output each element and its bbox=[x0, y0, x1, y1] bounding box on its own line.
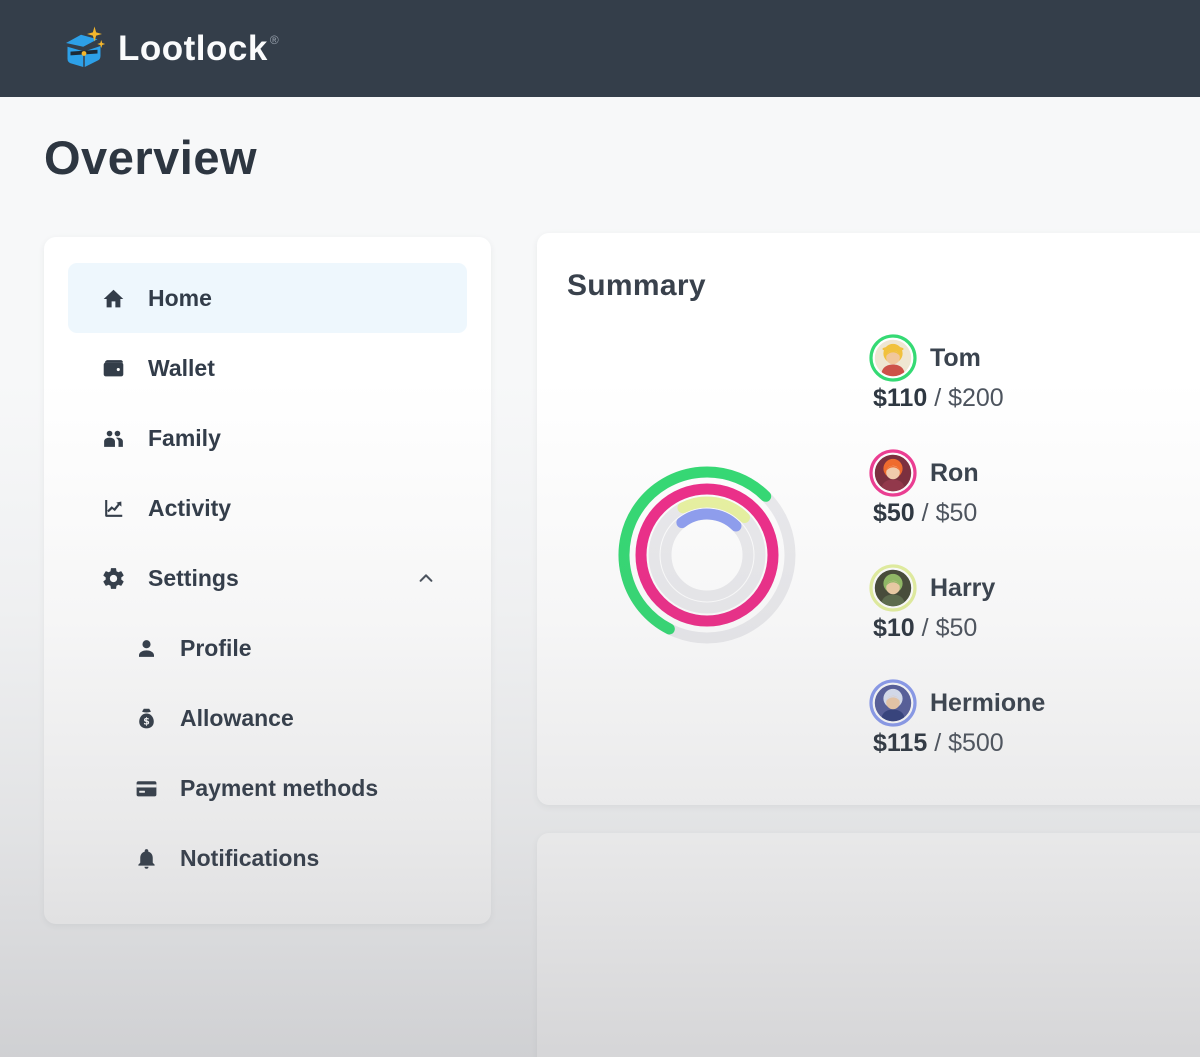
amount-spent: $10 bbox=[873, 614, 915, 642]
sidebar-item-label: Notifications bbox=[180, 845, 319, 872]
person-header: Ron bbox=[869, 449, 1199, 497]
person-header: Hermione bbox=[869, 679, 1199, 727]
sidebar-item-activity[interactable]: Activity bbox=[68, 473, 467, 543]
person-row-ron: Ron $50 / $50 bbox=[869, 449, 1199, 564]
summary-card: Summary Tom$110 / $200Ron$50 / $50Harry$… bbox=[537, 233, 1200, 805]
sidebar-item-label: Allowance bbox=[180, 705, 294, 732]
sidebar-item-list: Home Wallet Family Activity Settings Profile $… bbox=[68, 263, 467, 893]
avatar bbox=[869, 564, 917, 612]
person-row-hermione: Hermione$115 / $500 bbox=[869, 679, 1199, 794]
amount-spent: $115 bbox=[873, 729, 927, 757]
sidebar-nav: Home Wallet Family Activity Settings Profile $… bbox=[44, 237, 491, 924]
person-header: Tom bbox=[869, 334, 1199, 382]
app-header: Lootlock ® bbox=[0, 0, 1200, 97]
person-name: Tom bbox=[930, 344, 981, 373]
family-icon bbox=[100, 425, 126, 451]
person-name: Harry bbox=[930, 574, 995, 603]
brand-name: Lootlock bbox=[118, 29, 268, 69]
person-row-harry: Harry $10 / $50 bbox=[869, 564, 1199, 679]
lootlock-chest-icon bbox=[60, 25, 108, 73]
sidebar-item-label: Payment methods bbox=[180, 775, 378, 802]
sidebar-item-home[interactable]: Home bbox=[68, 263, 467, 333]
settings-icon bbox=[100, 565, 126, 591]
sidebar-item-label: Wallet bbox=[148, 355, 215, 382]
summary-title: Summary bbox=[567, 269, 706, 303]
svg-text:$: $ bbox=[143, 716, 150, 727]
amount-separator: / bbox=[927, 729, 948, 757]
sidebar-item-notifications[interactable]: Notifications bbox=[68, 823, 467, 893]
secondary-card bbox=[537, 833, 1200, 1057]
profile-icon bbox=[133, 635, 159, 661]
amount-spent: $50 bbox=[873, 499, 915, 527]
person-amounts: $50 / $50 bbox=[873, 499, 1199, 528]
page-root: Lootlock ® Overview Home Wallet Family Acti… bbox=[0, 0, 1200, 1057]
page-title: Overview bbox=[44, 130, 257, 185]
amount-separator: / bbox=[915, 499, 936, 527]
amount-spent: $110 bbox=[873, 384, 927, 412]
person-name: Hermione bbox=[930, 689, 1045, 718]
person-row-tom: Tom$110 / $200 bbox=[869, 334, 1199, 449]
avatar bbox=[869, 449, 917, 497]
sidebar-item-profile[interactable]: Profile bbox=[68, 613, 467, 683]
sidebar-item-label: Activity bbox=[148, 495, 231, 522]
sidebar-item-settings[interactable]: Settings bbox=[68, 543, 467, 613]
person-name: Ron bbox=[930, 459, 979, 488]
sidebar-item-allowance[interactable]: $ Allowance bbox=[68, 683, 467, 753]
allowance-icon: $ bbox=[133, 705, 159, 731]
person-amounts: $110 / $200 bbox=[873, 384, 1199, 413]
sidebar-item-label: Family bbox=[148, 425, 221, 452]
ring-progress-hermione bbox=[682, 514, 736, 526]
amount-limit: $50 bbox=[936, 499, 978, 527]
wallet-icon bbox=[100, 355, 126, 381]
chevron-up-icon[interactable] bbox=[413, 565, 439, 591]
avatar bbox=[869, 679, 917, 727]
home-icon bbox=[100, 285, 126, 311]
person-amounts: $10 / $50 bbox=[873, 614, 1199, 643]
spending-rings-chart bbox=[607, 455, 807, 655]
avatar bbox=[869, 334, 917, 382]
brand-logo[interactable]: Lootlock ® bbox=[60, 25, 279, 73]
sidebar-item-label: Profile bbox=[180, 635, 252, 662]
sidebar-item-label: Settings bbox=[148, 565, 239, 592]
bell-icon bbox=[133, 845, 159, 871]
amount-limit: $200 bbox=[948, 384, 1004, 412]
person-amounts: $115 / $500 bbox=[873, 729, 1199, 758]
sidebar-item-label: Home bbox=[148, 285, 212, 312]
amount-limit: $500 bbox=[948, 729, 1004, 757]
sidebar-item-wallet[interactable]: Wallet bbox=[68, 333, 467, 403]
sidebar-item-payment-methods[interactable]: Payment methods bbox=[68, 753, 467, 823]
amount-limit: $50 bbox=[936, 614, 978, 642]
amount-separator: / bbox=[915, 614, 936, 642]
registered-mark: ® bbox=[270, 33, 279, 47]
people-list: Tom$110 / $200Ron$50 / $50Harry$10 / $50… bbox=[869, 334, 1199, 794]
activity-icon bbox=[100, 495, 126, 521]
person-header: Harry bbox=[869, 564, 1199, 612]
sidebar-item-family[interactable]: Family bbox=[68, 403, 467, 473]
payment-icon bbox=[133, 775, 159, 801]
amount-separator: / bbox=[927, 384, 948, 412]
